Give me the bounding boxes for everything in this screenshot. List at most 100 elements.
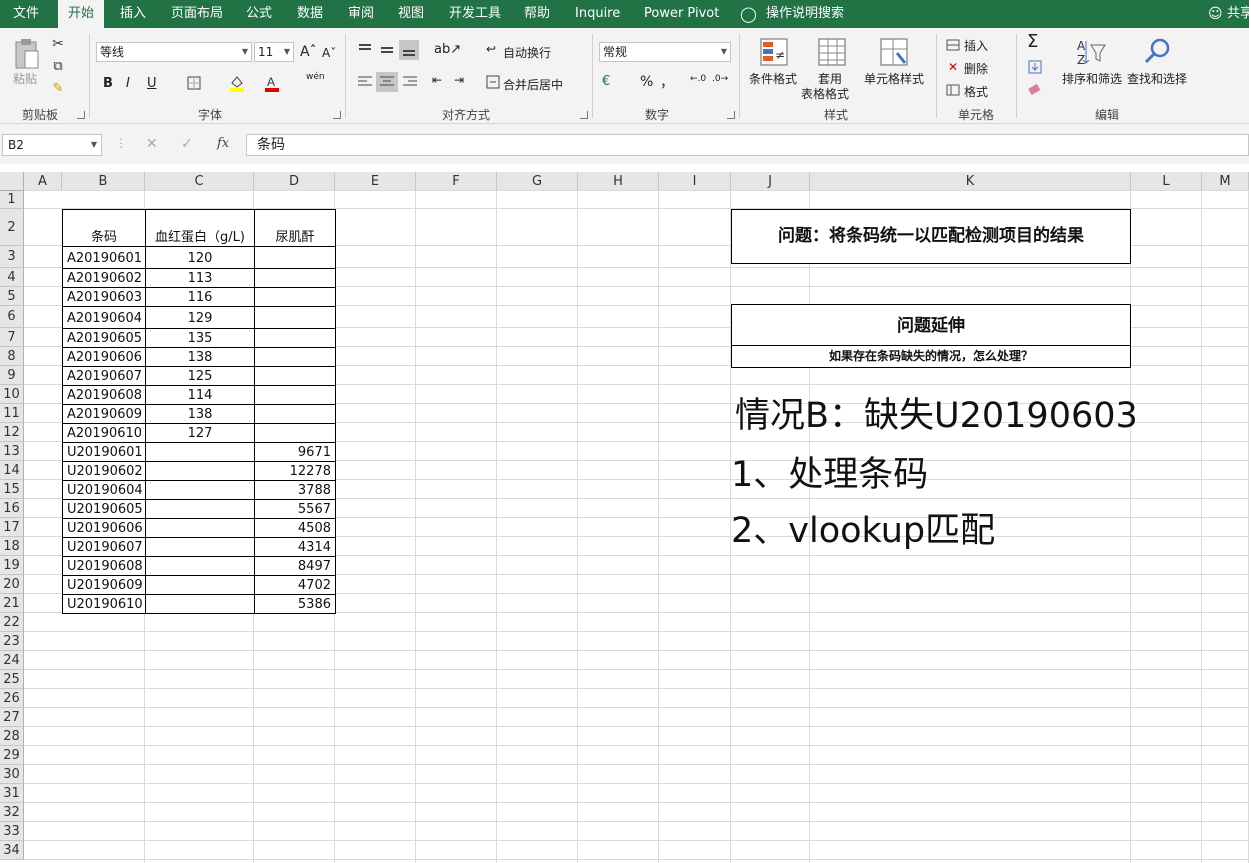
barcode-cell[interactable]: U20190610 xyxy=(62,594,146,614)
row-header-26[interactable]: 26 xyxy=(0,689,24,708)
row-header-8[interactable]: 8 xyxy=(0,347,24,366)
hemoglobin-cell[interactable]: 120 xyxy=(145,246,255,269)
row-header-32[interactable]: 32 xyxy=(0,803,24,822)
barcode-cell[interactable]: A20190601 xyxy=(62,246,146,269)
creatinine-cell[interactable]: 4508 xyxy=(254,518,336,538)
fill-icon[interactable] xyxy=(1027,60,1043,74)
alignment-launcher-icon[interactable] xyxy=(580,111,588,119)
find-select-button[interactable]: 查找和选择 xyxy=(1127,70,1187,87)
sort-filter-button[interactable]: 排序和筛选 xyxy=(1062,70,1122,87)
row-header-14[interactable]: 14 xyxy=(0,461,24,480)
column-header-f[interactable]: F xyxy=(416,172,497,191)
creatinine-cell[interactable]: 4314 xyxy=(254,537,336,557)
barcode-cell[interactable]: A20190610 xyxy=(62,423,146,443)
bold-button[interactable]: B xyxy=(103,76,113,91)
percent-button[interactable]: % xyxy=(640,74,653,90)
row-header-10[interactable]: 10 xyxy=(0,385,24,404)
question-box[interactable]: 问题：将条码统一以匹配检测项目的结果 xyxy=(731,209,1131,264)
hemoglobin-cell[interactable] xyxy=(145,575,255,595)
table-header-cell[interactable]: 条码 xyxy=(62,209,146,247)
extension-title-box[interactable]: 问题延伸 xyxy=(731,304,1131,346)
decrease-font-icon[interactable]: Aˇ xyxy=(322,46,336,60)
hemoglobin-cell[interactable] xyxy=(145,594,255,614)
row-header-25[interactable]: 25 xyxy=(0,670,24,689)
row-header-27[interactable]: 27 xyxy=(0,708,24,727)
row-header-20[interactable]: 20 xyxy=(0,575,24,594)
row-header-2[interactable]: 2 xyxy=(0,209,24,246)
accounting-format-icon[interactable]: € xyxy=(602,74,610,89)
creatinine-cell[interactable]: 8497 xyxy=(254,556,336,576)
row-header-5[interactable]: 5 xyxy=(0,287,24,306)
align-bottom-icon[interactable] xyxy=(399,40,419,60)
barcode-cell[interactable]: A20190606 xyxy=(62,347,146,367)
row-header-31[interactable]: 31 xyxy=(0,784,24,803)
number-launcher-icon[interactable] xyxy=(727,111,735,119)
row-header-11[interactable]: 11 xyxy=(0,404,24,423)
creatinine-cell[interactable] xyxy=(254,306,336,329)
tab-power-pivot[interactable]: Power Pivot xyxy=(644,0,719,28)
hemoglobin-cell[interactable] xyxy=(145,461,255,481)
column-header-l[interactable]: L xyxy=(1131,172,1202,191)
barcode-cell[interactable]: A20190609 xyxy=(62,404,146,424)
hemoglobin-cell[interactable]: 125 xyxy=(145,366,255,386)
row-header-17[interactable]: 17 xyxy=(0,518,24,537)
row-header-28[interactable]: 28 xyxy=(0,727,24,746)
align-middle-icon[interactable] xyxy=(378,42,396,58)
column-header-a[interactable]: A xyxy=(24,172,62,191)
table-header-cell[interactable]: 血红蛋白（g/L) xyxy=(145,209,255,247)
barcode-cell[interactable]: U20190601 xyxy=(62,442,146,462)
align-right-icon[interactable] xyxy=(401,74,419,90)
format-as-table-line2[interactable]: 表格格式 xyxy=(801,85,849,102)
row-header-6[interactable]: 6 xyxy=(0,306,24,328)
barcode-cell[interactable]: A20190605 xyxy=(62,328,146,348)
clear-icon[interactable] xyxy=(1027,82,1043,96)
phonetic-guide-icon[interactable]: wén xyxy=(306,72,325,82)
fill-color-icon[interactable] xyxy=(228,73,246,93)
increase-decimal-icon[interactable]: ←.0 xyxy=(690,74,706,84)
column-header-i[interactable]: I xyxy=(659,172,731,191)
row-header-22[interactable]: 22 xyxy=(0,613,24,632)
delete-cells-button[interactable]: 删除 xyxy=(964,60,988,77)
row-header-29[interactable]: 29 xyxy=(0,746,24,765)
tab-developer[interactable]: 开发工具 xyxy=(449,0,501,28)
row-header-19[interactable]: 19 xyxy=(0,556,24,575)
font-size-select[interactable]: 11 ▼ xyxy=(254,42,294,62)
creatinine-cell[interactable] xyxy=(254,328,336,348)
insert-function-icon[interactable]: fx xyxy=(217,136,229,151)
row-header-12[interactable]: 12 xyxy=(0,423,24,442)
hemoglobin-cell[interactable]: 135 xyxy=(145,328,255,348)
tab-inquire[interactable]: Inquire xyxy=(575,0,620,28)
font-name-select[interactable]: 等线 ▼ xyxy=(96,42,252,62)
borders-icon[interactable] xyxy=(186,75,202,91)
increase-font-icon[interactable]: Aˆ xyxy=(300,44,317,60)
tab-file[interactable]: 文件 xyxy=(0,0,52,28)
tab-home[interactable]: 开始 xyxy=(58,0,104,28)
column-header-e[interactable]: E xyxy=(335,172,416,191)
barcode-cell[interactable]: U20190604 xyxy=(62,480,146,500)
table-header-cell[interactable]: 尿肌酐 xyxy=(254,209,336,247)
hemoglobin-cell[interactable] xyxy=(145,518,255,538)
merge-center-button[interactable]: 合并后居中 xyxy=(503,76,563,93)
barcode-cell[interactable]: A20190603 xyxy=(62,287,146,307)
column-header-c[interactable]: C xyxy=(145,172,254,191)
copy-icon[interactable]: ⧉ xyxy=(50,58,66,74)
font-color-icon[interactable]: A xyxy=(263,73,281,93)
row-header-24[interactable]: 24 xyxy=(0,651,24,670)
barcode-cell[interactable]: U20190607 xyxy=(62,537,146,557)
paste-icon[interactable] xyxy=(10,38,42,72)
column-header-g[interactable]: G xyxy=(497,172,578,191)
tab-page-layout[interactable]: 页面布局 xyxy=(171,0,223,28)
row-header-13[interactable]: 13 xyxy=(0,442,24,461)
hemoglobin-cell[interactable]: 129 xyxy=(145,306,255,329)
format-cells-button[interactable]: 格式 xyxy=(964,83,988,100)
row-header-34[interactable]: 34 xyxy=(0,841,24,860)
orientation-icon[interactable]: ab↗ xyxy=(434,42,461,57)
tab-view[interactable]: 视图 xyxy=(398,0,424,28)
hemoglobin-cell[interactable] xyxy=(145,480,255,500)
row-header-33[interactable]: 33 xyxy=(0,822,24,841)
formula-input[interactable]: 条码 xyxy=(246,134,1249,156)
wrap-text-button[interactable]: 自动换行 xyxy=(503,44,551,61)
clipboard-launcher-icon[interactable] xyxy=(77,111,85,119)
hemoglobin-cell[interactable] xyxy=(145,537,255,557)
tab-help[interactable]: 帮助 xyxy=(524,0,550,28)
